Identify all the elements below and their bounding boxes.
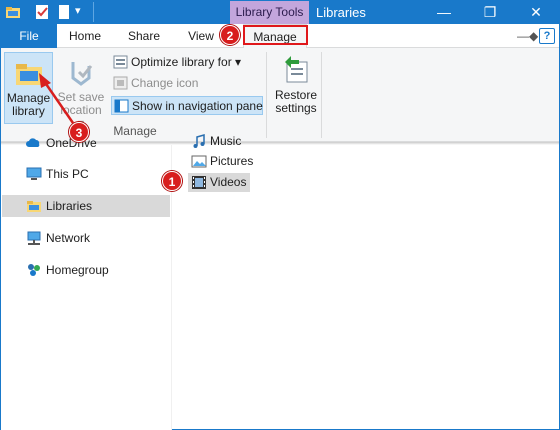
restore-label-2: settings — [275, 101, 317, 115]
libraries-icon — [27, 201, 41, 212]
restore-settings-button[interactable]: Restore settings — [274, 52, 318, 124]
content-item-pictures[interactable]: Pictures — [188, 152, 253, 171]
optimize-library-button[interactable]: Optimize library for ▾ — [111, 53, 241, 72]
optimize-icon — [113, 55, 128, 69]
ribbon-group-separator — [266, 52, 267, 138]
show-in-nav-label: Show in navigation pane — [132, 99, 263, 113]
close-button[interactable]: ✕ — [513, 1, 559, 24]
window-title: Libraries — [316, 5, 366, 20]
content-item-videos[interactable]: Videos — [188, 173, 250, 192]
navigation-pane — [1, 145, 171, 430]
tab-share[interactable]: Share — [121, 24, 167, 48]
folder-icon[interactable] — [5, 4, 21, 20]
nav-label-libraries: Libraries — [46, 199, 93, 213]
videos-library-icon — [192, 176, 206, 189]
nav-item-libraries[interactable]: Libraries — [2, 195, 170, 217]
manage-tab-highlight — [243, 25, 308, 45]
manage-library-button[interactable]: Manage library — [4, 52, 53, 124]
set-save-location-button[interactable]: Set save location ▾ — [56, 52, 106, 130]
content-item-music[interactable]: Music — [188, 132, 241, 151]
show-in-navigation-pane-button[interactable]: Show in navigation pane — [111, 96, 263, 115]
save-location-icon — [71, 62, 93, 86]
new-folder-icon[interactable] — [56, 4, 72, 20]
content-label-pictures: Pictures — [210, 154, 254, 168]
nav-label-homegroup: Homegroup — [46, 263, 109, 277]
homegroup-icon — [28, 264, 40, 276]
music-library-icon — [193, 134, 205, 148]
title-bar: ▾ Library Tools Libraries — ❐ ✕ — [1, 1, 559, 24]
tab-home[interactable]: Home — [63, 24, 107, 48]
explorer-window: ▾ Library Tools Libraries — ❐ ✕ File Hom… — [0, 0, 560, 430]
customize-qat-icon[interactable]: ▾ — [75, 4, 81, 17]
content-label-videos: Videos — [210, 175, 247, 189]
content-label-music: Music — [210, 134, 242, 148]
context-tab-library-tools: Library Tools — [230, 1, 309, 24]
ribbon-group-separator — [321, 52, 322, 138]
step-badge-1: 1 — [162, 171, 182, 191]
step-badge-3: 3 — [69, 122, 89, 142]
change-icon-label: Change icon — [131, 76, 199, 90]
network-icon — [27, 231, 41, 245]
properties-icon[interactable] — [34, 4, 50, 20]
navigation-pane-icon — [114, 99, 129, 113]
change-icon-button[interactable]: Change icon — [111, 74, 198, 93]
onedrive-icon — [26, 138, 40, 147]
help-button[interactable]: ? — [539, 28, 555, 44]
step-badge-2: 2 — [220, 25, 240, 45]
tab-file[interactable]: File — [1, 24, 57, 48]
library-folder-icon — [15, 64, 42, 85]
change-icon-icon — [113, 76, 128, 90]
tab-view[interactable]: View — [181, 24, 221, 48]
optimize-label: Optimize library for ▾ — [131, 55, 242, 69]
nav-label-network: Network — [46, 231, 91, 245]
computer-icon — [26, 167, 42, 180]
nav-label-this-pc: This PC — [46, 167, 89, 181]
qat-separator — [93, 2, 94, 22]
restore-settings-icon — [285, 56, 308, 83]
pin-ribbon-icon[interactable]: —◆ — [517, 29, 538, 43]
minimize-button[interactable]: — — [421, 1, 467, 24]
nav-item-homegroup[interactable]: Homegroup — [2, 259, 170, 281]
pictures-library-icon — [191, 155, 207, 168]
nav-item-network[interactable]: Network — [2, 227, 170, 249]
nav-item-this-pc[interactable]: This PC — [2, 163, 170, 185]
manage-library-label-2: library — [12, 104, 45, 118]
maximize-button[interactable]: ❐ — [467, 1, 513, 24]
